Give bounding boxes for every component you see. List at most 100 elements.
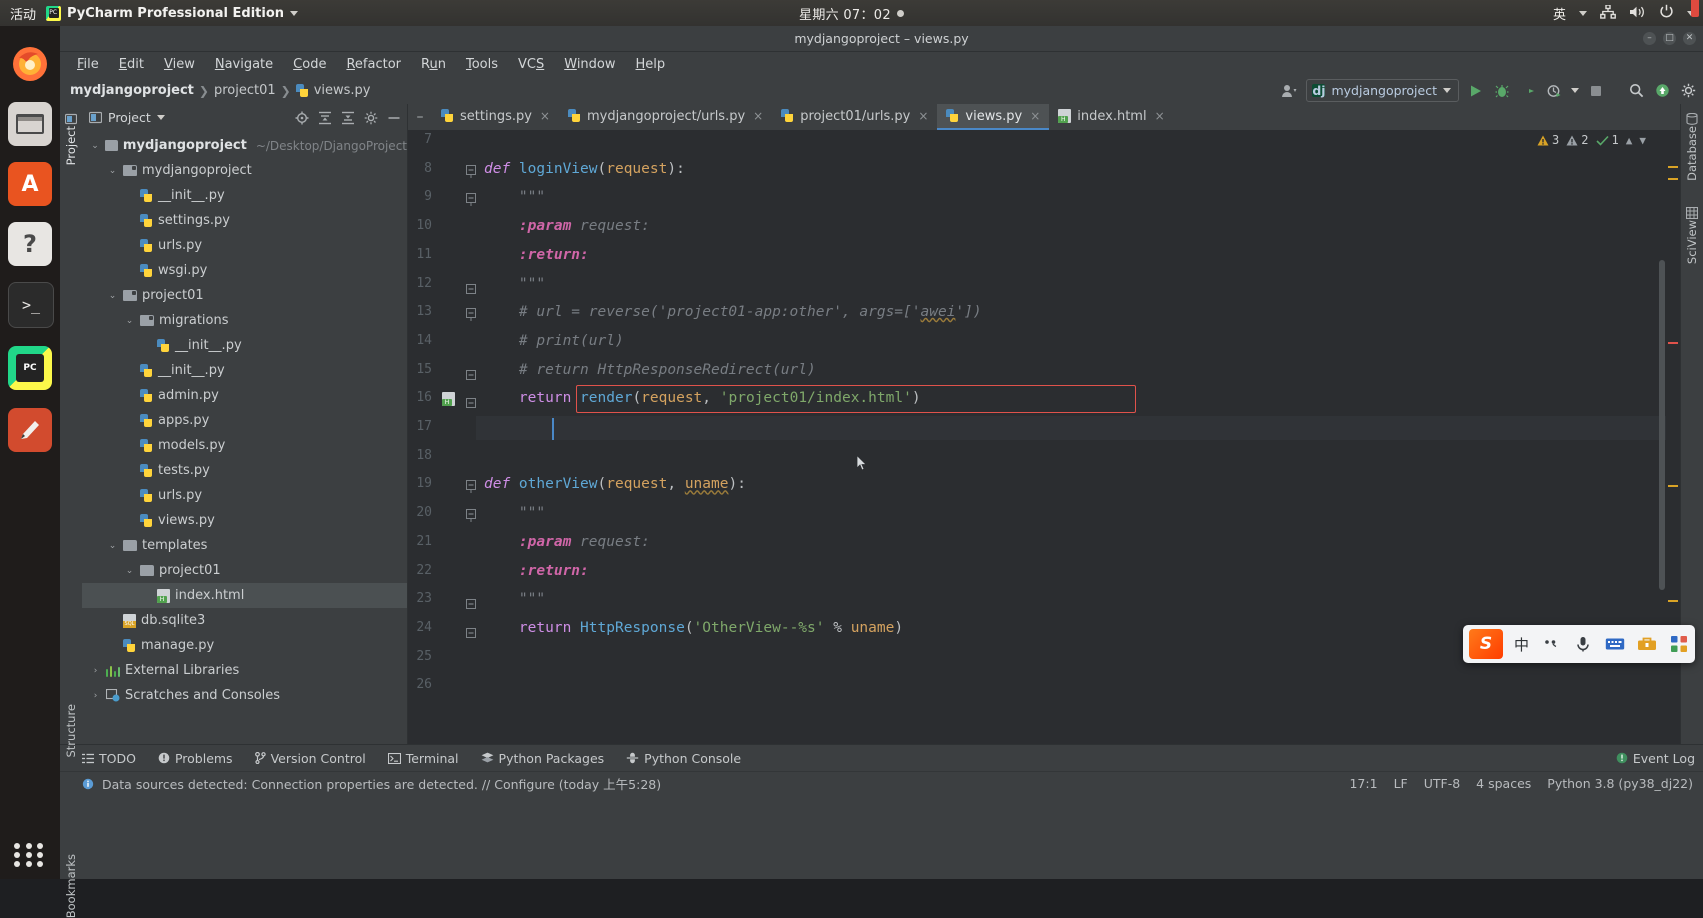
menu-navigate[interactable]: Navigate [206,55,282,74]
code-line[interactable]: # url = reverse('project01-app:other', a… [484,304,982,320]
profile-icon[interactable] [1545,82,1563,100]
microphone-icon[interactable] [1572,634,1593,655]
app-grid-icon[interactable] [14,843,46,867]
dock-item-help[interactable]: ? [8,222,52,266]
chevron-down-icon[interactable]: ⌄ [90,141,100,151]
updates-icon[interactable] [1653,82,1671,100]
project-tree[interactable]: ⌄ mydjangoproject ~/Desktop/DjangoProject ⌄… [82,131,407,744]
power-icon[interactable] [1659,4,1674,22]
menu-vcs[interactable]: VCS [509,55,553,74]
dock-item-software[interactable]: A [8,162,52,206]
collapse-all-icon[interactable] [341,111,355,125]
status-message[interactable]: Data sources detected: Connection proper… [102,774,661,793]
tool-tab-database[interactable]: Database [1685,126,1699,181]
bottom-item-problems[interactable]: Problems [158,751,233,766]
tree-item-migrations[interactable]: ⌄ migrations [82,308,407,333]
code-folding-icon[interactable] [466,365,476,380]
editor-tab-index-html[interactable]: index.html × [1049,104,1173,130]
toolbox-icon[interactable] [1636,634,1657,655]
code-line[interactable]: def loginView(request): [484,161,685,177]
code-line[interactable]: :param request: [484,534,650,550]
tree-item-scratches-and-consoles[interactable]: › Scratches and Consoles [82,683,407,708]
ime-mode-chinese[interactable]: 中 [1514,634,1529,655]
chevron-down-icon[interactable]: ⌄ [107,541,118,551]
code-folding-icon[interactable] [466,164,476,178]
weak-warnings-badge[interactable]: 2 [1566,133,1589,147]
close-button[interactable]: ✕ [1683,32,1696,45]
menu-file[interactable]: File [68,55,108,74]
expand-all-icon[interactable] [318,111,332,125]
warnings-badge[interactable]: 3 [1537,133,1559,147]
caret-position[interactable]: 17:1 [1349,776,1377,791]
stop-icon[interactable] [1587,82,1605,100]
close-tab-icon[interactable]: × [1155,109,1165,123]
tree-item-wsgi-py[interactable]: wsgi.py [82,258,407,283]
template-gutter-icon[interactable] [442,391,455,410]
menu-window[interactable]: Window [555,55,624,74]
run-icon[interactable] [1467,82,1485,100]
bottom-item-version-control[interactable]: Version Control [254,751,366,766]
activities-button[interactable]: 活动 [10,4,36,23]
editor-tab-mydjangoproject-urls-py[interactable]: mydjangoproject/urls.py × [559,104,772,130]
file-encoding[interactable]: UTF-8 [1424,776,1460,791]
coverage-icon[interactable] [1519,82,1537,100]
close-tab-icon[interactable]: × [540,109,550,123]
code-line[interactable]: """ [484,591,545,607]
bottom-item-todo[interactable]: TODO [82,751,136,766]
run-configuration-selector[interactable]: dj mydjangoproject [1306,79,1459,102]
code-folding-icon[interactable] [466,594,476,610]
menu-help[interactable]: Help [627,55,675,74]
tree-item--init-py[interactable]: __init__.py [82,358,407,383]
menu-tools[interactable]: Tools [457,55,507,74]
code-line[interactable]: return HttpResponse('OtherView--%s' % un… [484,620,903,636]
chevron-down-icon[interactable]: ⌄ [107,166,118,176]
tree-item-admin-py[interactable]: admin.py [82,383,407,408]
input-method-label[interactable]: 英 [1553,4,1566,23]
settings-gear-icon[interactable] [1679,82,1697,100]
code-line[interactable]: :param request: [484,218,650,234]
tree-item-models-py[interactable]: models.py [82,433,407,458]
breadcrumb-item-2[interactable]: views.py [314,83,371,98]
chevron-down-icon[interactable]: ⌄ [124,316,135,326]
tree-item-mydjangoproject[interactable]: ⌄ mydjangoproject ~/Desktop/DjangoProject [82,133,407,158]
code-line[interactable]: def otherView(request, uname): [484,476,746,492]
tree-item-tests-py[interactable]: tests.py [82,458,407,483]
apps-icon[interactable] [1668,634,1689,655]
locate-icon[interactable] [295,111,309,125]
inspection-widget[interactable]: 3 2 1 ▲ ▼ [1537,133,1646,147]
sogou-logo[interactable]: S [1468,629,1503,659]
code-folding-icon[interactable] [466,623,476,638]
code-line[interactable]: """ [484,505,545,521]
volume-icon[interactable] [1629,5,1646,22]
python-interpreter[interactable]: Python 3.8 (py38_dj22) [1547,776,1693,791]
inspection-menu-icon[interactable]: ▼ [1639,134,1646,147]
breadcrumb-item-1[interactable]: project01 [214,83,276,98]
dock-item-terminal[interactable]: >_ [8,282,54,328]
editor-gutter[interactable]: 7 8 9 10 11 12 13 14 15 16 17 18 19 20 21 22 23 24 25 26 [408,130,476,744]
editor-scrollbar[interactable] [1659,260,1665,590]
chevron-down-icon[interactable]: ⌄ [124,566,135,576]
tree-item-templates[interactable]: ⌄ templates [82,533,407,558]
menu-refactor[interactable]: Refactor [337,55,410,74]
chevron-right-icon[interactable]: › [90,691,101,701]
close-tab-icon[interactable]: × [753,109,763,123]
network-icon[interactable] [1600,3,1616,22]
hide-panel-icon[interactable] [387,111,401,125]
chevron-right-icon[interactable]: › [90,666,101,676]
dock-item-editor[interactable] [8,408,52,452]
tree-item-apps-py[interactable]: apps.py [82,408,407,433]
breadcrumb-item-0[interactable]: mydjangoproject [70,83,194,98]
menu-edit[interactable]: Edit [110,55,153,74]
tool-tab-project[interactable]: Project [64,126,78,165]
code-folding-icon[interactable] [466,393,476,409]
dock-item-files[interactable] [8,102,52,146]
editor-tab-views-py[interactable]: views.py × [937,104,1050,130]
tree-item-db-sqlite3[interactable]: db.sqlite3 [82,608,407,633]
code-line[interactable]: """ [484,189,545,205]
line-separator[interactable]: LF [1394,776,1408,791]
indent-setting[interactable]: 4 spaces [1476,776,1531,791]
app-menu-button[interactable]: PC PyCharm Professional Edition [46,5,299,21]
dock-item-pycharm[interactable]: PC [8,346,52,390]
code-folding-icon[interactable] [466,279,476,294]
code-folding-icon[interactable] [466,192,476,207]
